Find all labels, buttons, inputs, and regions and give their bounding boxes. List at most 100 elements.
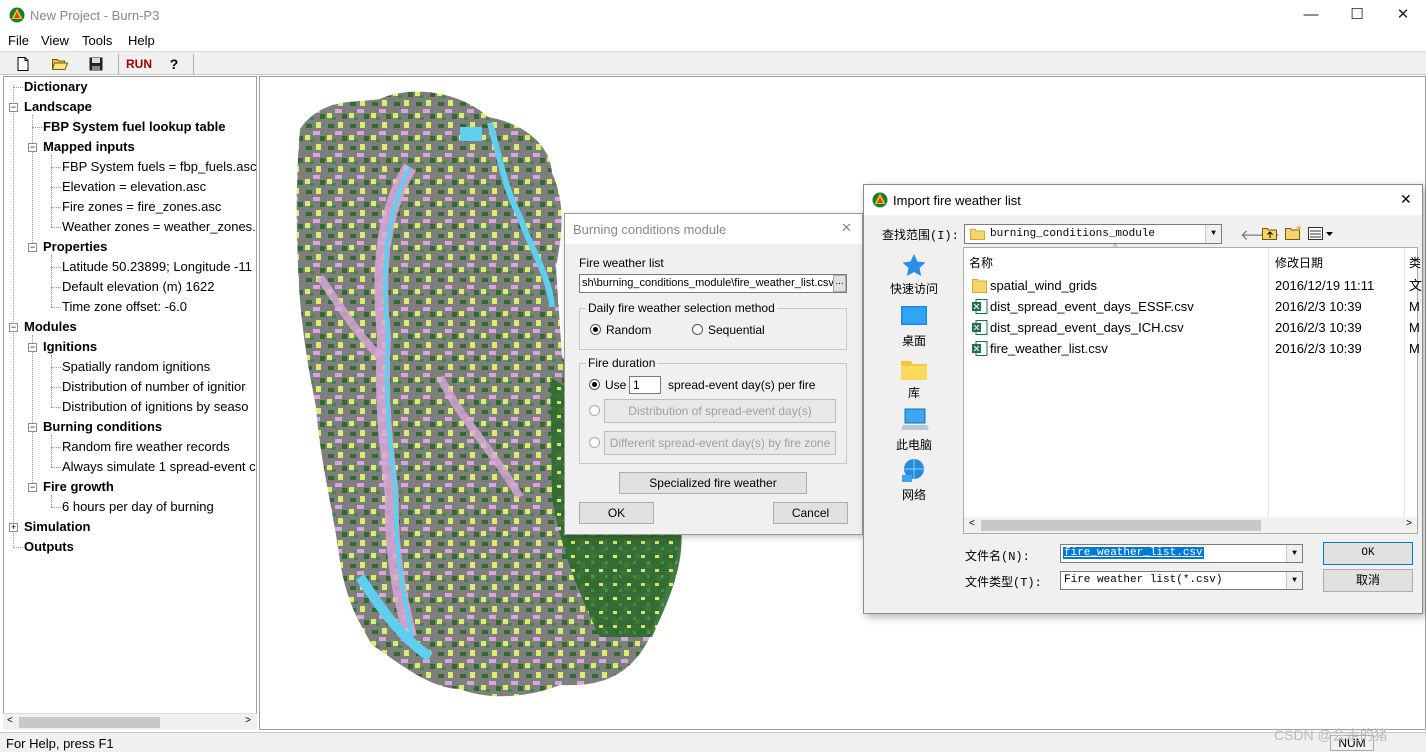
random-radio[interactable] [590,324,601,335]
new-folder-icon[interactable] [1285,225,1303,240]
menu-help[interactable]: Help [128,33,155,48]
different-by-zone-button[interactable]: Different spread-event day(s) by fire zo… [604,431,836,455]
different-radio[interactable] [589,437,600,448]
chevron-down-icon[interactable]: ▼ [1286,572,1302,589]
use-radio[interactable] [589,379,600,390]
up-folder-icon[interactable] [1262,226,1278,240]
collapse-fire-growth-icon[interactable]: − [28,483,37,492]
tree-item-ignition-season-dist[interactable]: Distribution of ignitions by seaso [62,397,248,417]
column-header-type[interactable]: 类 [1409,254,1421,271]
import-file-dialog: Import fire weather list ✕ 查找范围(I): burn… [863,184,1423,614]
menu-view[interactable]: View [41,33,69,48]
run-button[interactable]: RUN [124,54,154,74]
collapse-landscape-icon[interactable]: − [9,103,18,112]
tree-item-dictionary[interactable]: Dictionary [24,77,88,97]
file-row[interactable]: spatial_wind_grids 2016/12/19 11:11 文 [972,275,1422,296]
sequential-label[interactable]: Sequential [708,323,765,337]
menu-tools[interactable]: Tools [82,33,112,48]
save-icon[interactable] [85,54,107,74]
collapse-mapped-inputs-icon[interactable]: − [28,143,37,152]
tree-item-outputs[interactable]: Outputs [24,537,74,557]
browse-button[interactable]: ... [833,275,846,292]
collapse-burning-conditions-icon[interactable]: − [28,423,37,432]
spread-days-input[interactable]: 1 [629,376,661,394]
look-in-label: 查找范围(I): [882,229,959,243]
tree-horizontal-scrollbar[interactable]: < > [3,713,257,730]
minimize-button[interactable]: — [1288,4,1334,26]
filetype-combo[interactable]: Fire weather list(*.csv) ▼ [1060,571,1303,590]
filename-combo[interactable]: fire_weather_list.csv ▼ [1060,544,1303,563]
tree-item-spatially-random[interactable]: Spatially random ignitions [62,357,210,377]
tree-item-properties[interactable]: Properties [43,237,107,257]
tree-item-ignition-count-dist[interactable]: Distribution of number of ignitior [62,377,246,397]
desktop-place[interactable]: 桌面 [882,305,946,349]
chevron-down-icon[interactable]: ▼ [1205,225,1221,243]
collapse-modules-icon[interactable]: − [9,323,18,332]
tree-item-spread-event[interactable]: Always simulate 1 spread-event c [62,457,256,477]
file-row[interactable]: dist_spread_event_days_ESSF.csv 2016/2/3… [972,296,1420,317]
tree-item-ignitions[interactable]: Ignitions [43,337,97,357]
tree-item-modules[interactable]: Modules [24,317,77,337]
view-menu-icon[interactable] [1308,227,1334,240]
expand-simulation-icon[interactable]: + [9,523,18,532]
file-list-scrollbar[interactable]: < > [964,517,1417,533]
collapse-ignitions-icon[interactable]: − [28,343,37,352]
close-button[interactable]: ✕ [1380,4,1426,26]
import-ok-button[interactable]: OK [1323,542,1413,565]
tree-item-fire-zones[interactable]: Fire zones = fire_zones.asc [62,197,221,217]
open-folder-icon[interactable] [49,54,71,74]
tree-item-hours-burning[interactable]: 6 hours per day of burning [62,497,214,517]
scroll-left-icon[interactable]: < [7,715,13,726]
tree-item-fire-growth[interactable]: Fire growth [43,477,114,497]
network-place[interactable]: 网络 [882,457,946,503]
tree-item-random-weather[interactable]: Random fire weather records [62,437,230,457]
chevron-down-icon[interactable]: ▼ [1286,545,1302,562]
tree-item-time-zone[interactable]: Time zone offset: -6.0 [62,297,187,317]
random-label[interactable]: Random [606,323,651,337]
excel-file-icon [972,341,988,356]
scroll-left-icon[interactable]: < [969,518,975,529]
file-row[interactable]: dist_spread_event_days_ICH.csv 2016/2/3 … [972,317,1420,338]
project-tree[interactable]: − − − − − − − + Dictionary Landscape FBP… [3,76,257,730]
file-date: 2016/2/3 10:39 [1275,341,1362,356]
cancel-button[interactable]: Cancel [773,502,848,524]
quick-access-place[interactable]: 快速访问 [882,253,946,297]
scrollbar-thumb[interactable] [981,520,1261,531]
ok-button[interactable]: OK [579,502,654,524]
file-row[interactable]: fire_weather_list.csv 2016/2/3 10:39 M [972,338,1420,359]
import-cancel-button[interactable]: 取消 [1323,569,1413,592]
status-bar: For Help, press F1 NUM [0,732,1426,752]
tree-item-simulation[interactable]: Simulation [24,517,90,537]
tree-item-lat-long[interactable]: Latitude 50.23899; Longitude -11 [62,257,252,277]
help-question-icon[interactable]: ? [163,54,185,74]
dialog-close-button[interactable]: ✕ [841,220,852,236]
tree-item-fbp-fuels[interactable]: FBP System fuels = fbp_fuels.asc [62,157,256,177]
scrollbar-thumb[interactable] [19,717,160,728]
tree-item-default-elevation[interactable]: Default elevation (m) 1622 [62,277,214,297]
import-dialog-close-button[interactable]: ✕ [1400,191,1412,208]
specialized-fire-weather-button[interactable]: Specialized fire weather [619,472,807,494]
column-header-name[interactable]: 名称 [969,254,993,271]
tree-item-fuel-lookup[interactable]: FBP System fuel lookup table [43,117,226,137]
tree-item-landscape[interactable]: Landscape [24,97,92,117]
collapse-properties-icon[interactable]: − [28,243,37,252]
scroll-right-icon[interactable]: > [245,715,251,726]
distribution-button[interactable]: Distribution of spread-event day(s) [604,399,836,423]
library-place[interactable]: 库 [882,357,946,401]
maximize-button[interactable]: ☐ [1334,4,1380,26]
excel-file-icon [972,299,988,314]
scroll-right-icon[interactable]: > [1406,518,1412,529]
fire-weather-list-field[interactable]: sh\burning_conditions_module\fire_weathe… [579,274,847,293]
sequential-radio[interactable] [692,324,703,335]
tree-item-weather-zones[interactable]: Weather zones = weather_zones. [62,217,256,237]
menu-file[interactable]: File [8,33,29,48]
file-list[interactable]: ^ 名称 修改日期 类 spatial_wind_grids 2016/12/1… [963,242,1422,534]
distribution-radio[interactable] [589,405,600,416]
new-file-icon[interactable] [12,54,34,74]
tree-item-mapped-inputs[interactable]: Mapped inputs [43,137,135,157]
look-in-combo[interactable]: burning_conditions_module ▼ [964,224,1222,244]
this-pc-place[interactable]: 此电脑 [882,407,946,453]
tree-item-burning-conditions[interactable]: Burning conditions [43,417,162,437]
column-header-date[interactable]: 修改日期 [1275,254,1323,271]
tree-item-elevation[interactable]: Elevation = elevation.asc [62,177,206,197]
